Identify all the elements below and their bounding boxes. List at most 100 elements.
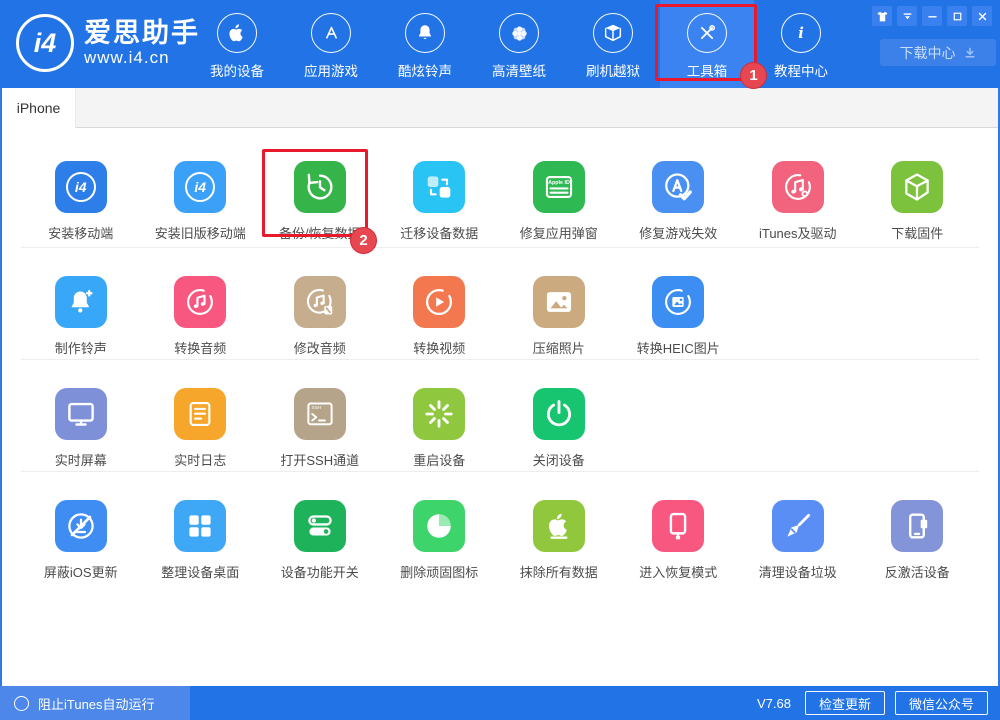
tile-label: 安装旧版移动端 [155,223,246,242]
tile-open-ssh[interactable]: SSH打开SSH通道 [260,388,380,471]
toggles-icon [294,500,346,552]
bell-plus-icon [55,276,107,328]
i4-app-icon: i4 [55,161,107,213]
music-gear-icon [772,161,824,213]
version-text: V7.68 [757,696,791,711]
tile-convert-audio[interactable]: 转换音频 [141,276,261,359]
tile-make-ringtone[interactable]: 制作铃声 [21,276,141,359]
check-update-button[interactable]: 检查更新 [805,691,885,715]
tile-label: 删除顽固图标 [400,562,478,581]
tile-organize-desktop[interactable]: 整理设备桌面 [141,500,261,584]
tile-block-ios-update[interactable]: 屏蔽iOS更新 [21,500,141,584]
tile-label: 整理设备桌面 [161,562,239,581]
block-itunes-label: 阻止iTunes自动运行 [38,694,155,713]
tile-clean-junk[interactable]: 清理设备垃圾 [738,500,858,584]
tile-deactivate-device[interactable]: 反激活设备 [858,500,978,584]
nav-item-flash-jailbreak[interactable]: 刷机越狱 [566,0,660,88]
spinner-icon [413,388,465,440]
app-url: www.i4.cn [84,48,200,68]
grid-row-1: i4安装移动端i4安装旧版移动端备份/恢复数据迁移设备数据Apple ID修复应… [21,128,979,248]
tile-label: 实时日志 [174,450,226,469]
nav-item-label: 我的设备 [210,60,264,80]
tile-install-mobile[interactable]: i4安装移动端 [21,161,141,247]
tile-convert-video[interactable]: 转换视频 [380,276,500,359]
backup-clock-icon [294,161,346,213]
collapse-icon[interactable] [897,6,917,26]
apple-erase-icon [533,500,585,552]
tile-label: 关闭设备 [533,450,585,469]
broom-icon [772,500,824,552]
minimize-icon[interactable] [922,6,942,26]
appstore-icon [311,13,351,53]
tile-itunes-driver[interactable]: iTunes及驱动 [738,161,858,247]
nav-item-ringtones[interactable]: 酷炫铃声 [378,0,472,88]
app-title: 爱思助手 [84,18,200,48]
close-icon[interactable] [972,6,992,26]
tile-live-log[interactable]: 实时日志 [141,388,261,471]
tile-fix-app-popup[interactable]: Apple ID修复应用弹窗 [499,161,619,247]
grid-icon [174,500,226,552]
tile-enter-recovery[interactable]: 进入恢复模式 [619,500,739,584]
play-circle-icon [413,276,465,328]
tile-backup-restore[interactable]: 备份/恢复数据 [260,161,380,247]
tile-install-old-mobile[interactable]: i4 安装旧版移动端 [141,161,261,247]
nav-item-wallpapers[interactable]: 高清壁纸 [472,0,566,88]
tile-label: 下载固件 [891,223,943,242]
power-icon [533,388,585,440]
tile-live-screen[interactable]: 实时屏幕 [21,388,141,471]
flower-icon [499,13,539,53]
music-circle-icon [174,276,226,328]
nav-item-toolbox[interactable]: 工具箱 [660,0,754,88]
toggle-circle-icon [14,696,29,711]
tile-erase-all-data[interactable]: 抹除所有数据 [499,500,619,584]
tile-label: 转换音频 [174,338,226,357]
toolbox-icon [687,13,727,53]
tile-label: 制作铃声 [55,338,107,357]
tile-device-switches[interactable]: 设备功能开关 [260,500,380,584]
tile-edit-audio[interactable]: 修改音频 [260,276,380,359]
block-itunes-toggle[interactable]: 阻止iTunes自动运行 [0,686,190,720]
tile-label: 修复游戏失效 [639,223,717,242]
jailbreak-box-icon [593,13,633,53]
nav-item-label: 刷机越狱 [586,60,640,80]
photo-circle-icon [652,276,704,328]
tile-fix-game-invalid[interactable]: 修复游戏失效 [619,161,739,247]
tile-label: 打开SSH通道 [280,450,359,469]
app-logo: i4 爱思助手 www.i4.cn [16,14,200,72]
tile-label: 设备功能开关 [281,562,359,581]
nav-item-label: 教程中心 [774,60,828,80]
tile-shutdown-device[interactable]: 关闭设备 [499,388,619,471]
tile-delete-stubborn-icon[interactable]: 删除顽固图标 [380,500,500,584]
gear-block-icon [55,500,107,552]
status-buttons: 检查更新微信公众号 [805,691,988,715]
info-icon: i [781,13,821,53]
tile-label: 备份/恢复数据 [279,223,361,242]
nav-item-apps-games[interactable]: 应用游戏 [284,0,378,88]
tile-download-firmware[interactable]: 下载固件 [858,161,978,247]
apple-icon [217,13,257,53]
tile-convert-heic[interactable]: 转换HEIC图片 [619,276,739,359]
tile-reboot-device[interactable]: 重启设备 [380,388,500,471]
tile-label: 反激活设备 [885,562,950,581]
maximize-icon[interactable] [947,6,967,26]
tab-iphone[interactable]: iPhone [2,88,76,128]
phone-cable-icon [652,500,704,552]
tile-compress-photo[interactable]: 压缩照片 [499,276,619,359]
bell-icon [405,13,445,53]
download-center-button[interactable]: 下载中心 [880,39,996,66]
tile-migrate-data[interactable]: 迁移设备数据 [380,161,500,247]
wechat-button[interactable]: 微信公众号 [895,691,988,715]
tile-label: iTunes及驱动 [759,223,837,242]
apple-id-card-icon: Apple ID [533,161,585,213]
i4-app-icon: i4 [174,161,226,213]
tab-bar: iPhone [2,88,998,128]
nav-item-my-devices[interactable]: 我的设备 [190,0,284,88]
tile-label: 修改音频 [294,338,346,357]
toolbox-grid: i4安装移动端i4安装旧版移动端备份/恢复数据迁移设备数据Apple ID修复应… [2,128,998,686]
theme-shirt-icon[interactable] [872,6,892,26]
nav-item-tutorials[interactable]: i 教程中心 [754,0,848,88]
tile-label: 重启设备 [413,450,465,469]
window-body: iPhone i4安装移动端i4安装旧版移动端备份/恢复数据迁移设备数据Appl… [0,88,1000,686]
nav-item-label: 酷炫铃声 [398,60,452,80]
cube-icon [891,161,943,213]
